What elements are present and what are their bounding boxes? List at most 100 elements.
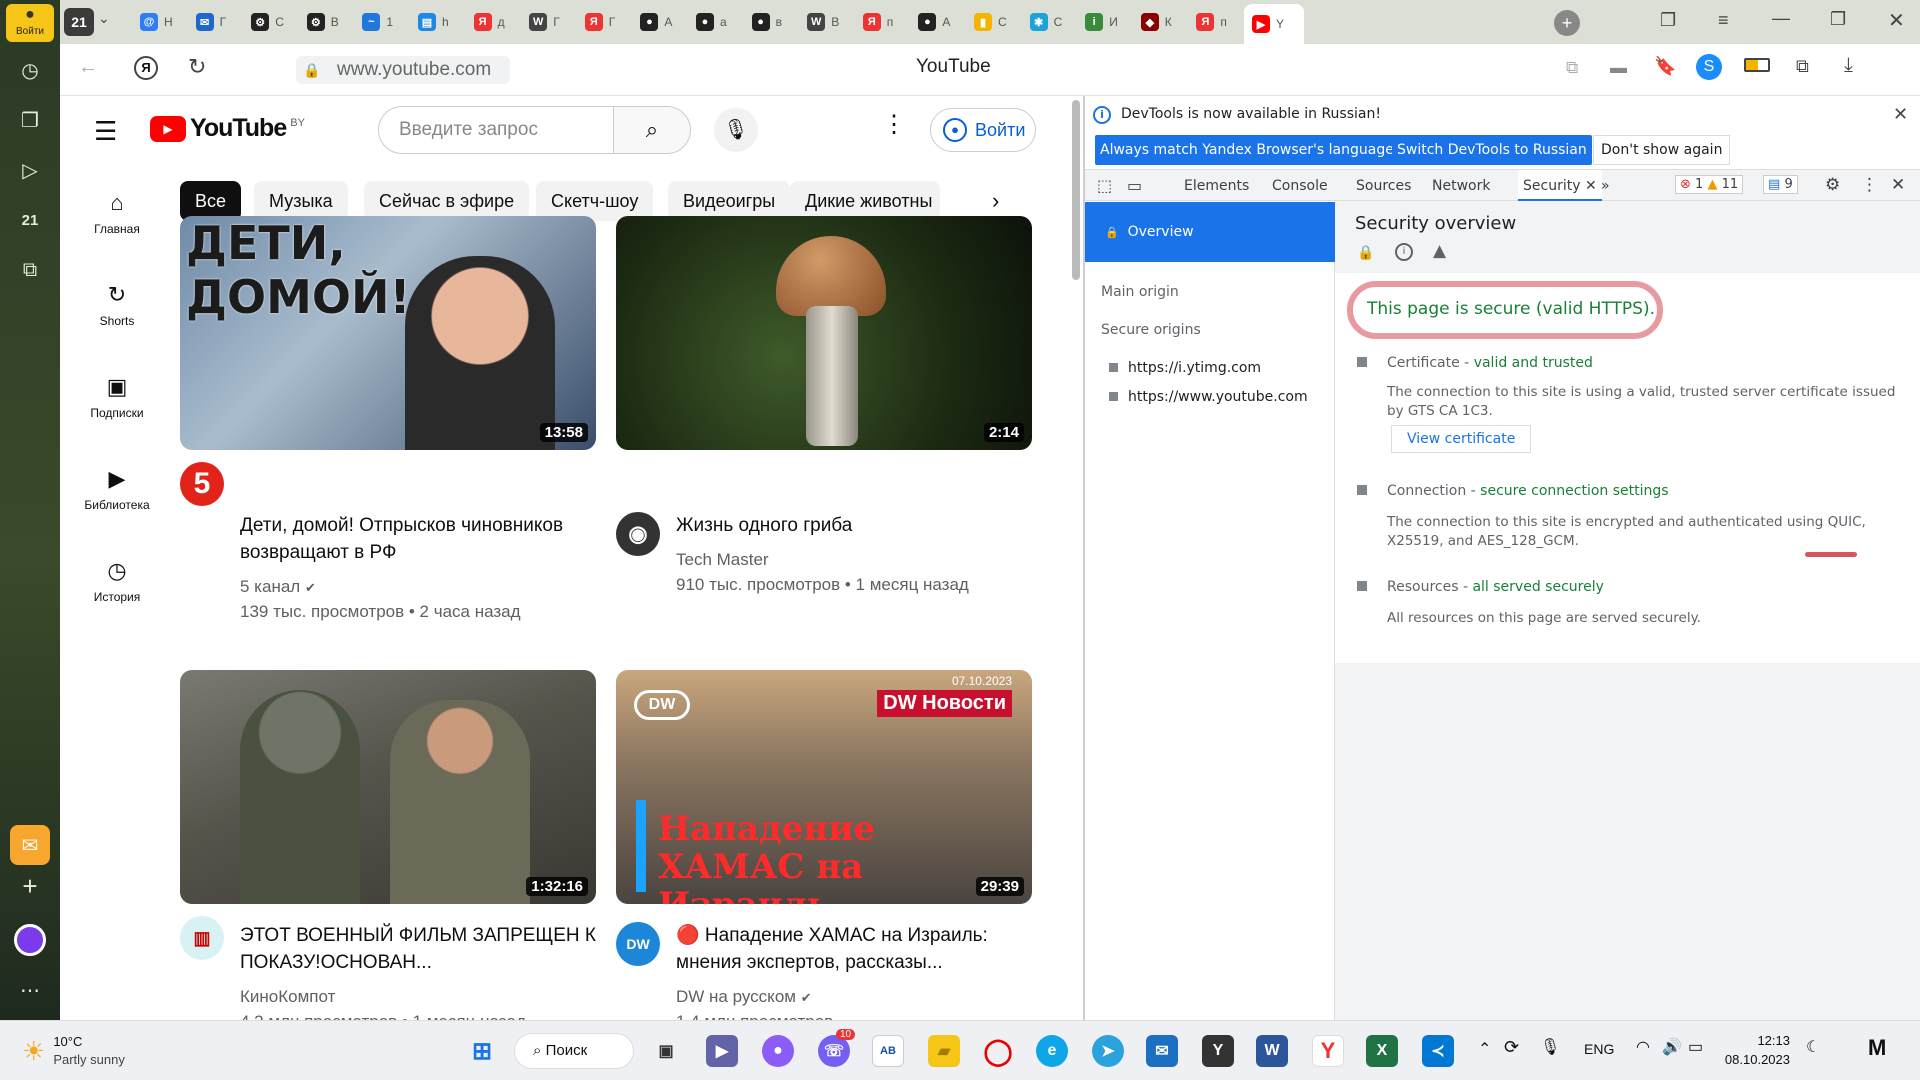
browser-tab[interactable]: ▮ С	[966, 6, 1022, 38]
yandex-music-icon[interactable]: Y	[1202, 1035, 1234, 1067]
devtools-close-icon[interactable]: ✕	[1891, 175, 1905, 195]
channel-avatar[interactable]: DW	[616, 922, 660, 966]
channel-avatar[interactable]: ▥	[180, 916, 224, 960]
mail-icon[interactable]: ✉	[1146, 1035, 1178, 1067]
explorer-icon[interactable]: ▰	[928, 1035, 960, 1067]
browser-tab[interactable]: WГ	[521, 6, 577, 38]
channel-name[interactable]: Tech Master	[676, 547, 769, 572]
tab-network[interactable]: Network	[1432, 178, 1490, 194]
yandex-browser-icon[interactable]: Y	[1312, 1035, 1344, 1067]
browser-tab[interactable]: ✉ Г	[188, 6, 244, 38]
profile-button[interactable]: ● Войти	[6, 4, 54, 42]
chips-next-icon[interactable]: ›	[992, 188, 999, 214]
battery-icon[interactable]	[1744, 58, 1770, 72]
video-thumbnail[interactable]: 1:32:16	[180, 670, 596, 904]
video-thumbnail[interactable]: DW 07.10.2023 DW Новости Нападение ХАМАС…	[616, 670, 1032, 904]
tabs-dropdown-icon[interactable]: ⌄	[98, 10, 110, 27]
close-window-icon[interactable]: ✕	[1888, 8, 1905, 33]
browser-tab[interactable]: ● А	[632, 6, 688, 38]
settings-gear-icon[interactable]: ⚙	[1825, 175, 1840, 195]
opera-icon[interactable]: ◯	[982, 1035, 1014, 1067]
collections-icon[interactable]: ❐	[10, 100, 50, 140]
translate-icon[interactable]: ⧉	[1566, 58, 1578, 78]
tab-elements[interactable]: Elements	[1184, 178, 1249, 194]
mic-tray-icon[interactable]: 🎙	[1540, 1037, 1560, 1057]
browser-tab[interactable]: ● в	[744, 6, 800, 38]
video-thumbnail[interactable]: 2:14	[616, 216, 1032, 450]
history-icon[interactable]: ◷	[10, 50, 50, 90]
video-title[interactable]: Жизнь одного гриба	[676, 512, 1036, 539]
browser-tab[interactable]: Яп	[855, 6, 911, 38]
dont-show-button[interactable]: Don't show again	[1593, 135, 1731, 165]
tab-console[interactable]: Console	[1272, 178, 1328, 194]
reader-icon[interactable]: ▬	[1610, 58, 1627, 78]
devtools-menu-icon[interactable]: ⋮	[1861, 175, 1878, 195]
menu-icon[interactable]: ≡	[1718, 10, 1729, 31]
origin-item[interactable]: https://www.youtube.com	[1109, 389, 1308, 405]
widgets-logo-icon[interactable]: M	[1868, 1035, 1886, 1061]
tab-switcher-icon[interactable]: ❐	[1660, 10, 1676, 31]
volume-icon[interactable]: 🔊	[1662, 1037, 1682, 1057]
match-language-button[interactable]: Always match Yandex Browser's language	[1095, 135, 1399, 165]
filter-chip[interactable]: Музыка	[254, 181, 348, 221]
inspect-icon[interactable]: ⬚	[1097, 176, 1112, 195]
infobar-close-icon[interactable]: ✕	[1893, 104, 1908, 125]
language-indicator[interactable]: ENG	[1584, 1041, 1614, 1057]
search-button[interactable]: ⌕	[613, 106, 691, 154]
video-title[interactable]: Дети, домой! Отпрысков чиновников возвра…	[240, 512, 600, 566]
edge-icon[interactable]: e	[1036, 1035, 1068, 1067]
browser-tab[interactable]: WВ	[799, 6, 855, 38]
message-count[interactable]: ▤ 9	[1763, 175, 1798, 194]
weather-widget[interactable]: ☀ 10°C Partly sunny	[22, 1033, 125, 1069]
battery-tray-icon[interactable]: ▭	[1688, 1037, 1703, 1057]
sidebar-item[interactable]: ▣ Подписки	[72, 374, 162, 420]
voice-search-button[interactable]: 🎙	[714, 108, 758, 152]
new-tab-icon[interactable]: +	[1554, 10, 1580, 36]
tray-chevron-icon[interactable]: ⌃	[1478, 1039, 1491, 1059]
clock[interactable]: 12:13 08.10.2023	[1724, 1031, 1790, 1069]
video-title[interactable]: ЭТОТ ВОЕННЫЙ ФИЛЬМ ЗАПРЕЩЕН К ПОКАЗУ!ОСН…	[240, 922, 600, 976]
tab-sources[interactable]: Sources	[1356, 178, 1411, 194]
vscode-icon[interactable]: ≺	[1422, 1035, 1454, 1067]
filter-chip[interactable]: Все	[180, 181, 242, 221]
video-thumbnail[interactable]: ДЕТИ, ДОМОЙ! 13:58	[180, 216, 596, 450]
overview-item[interactable]: 🔒 Overview	[1085, 202, 1335, 262]
reload-icon[interactable]: ↻	[188, 54, 206, 80]
back-icon[interactable]: ←	[78, 56, 98, 79]
more-icon[interactable]: ⋯	[10, 970, 50, 1010]
sidebar-item[interactable]: ⌂ Главная	[72, 190, 162, 236]
browser-tab[interactable]: ● а	[688, 6, 744, 38]
task-view-icon[interactable]: ▣	[650, 1035, 682, 1067]
tab-security[interactable]: Security ✕	[1518, 170, 1602, 201]
shazam-icon[interactable]: S	[1696, 54, 1722, 80]
tab-close-icon[interactable]: ✕	[1585, 178, 1597, 194]
scrollbar[interactable]	[1072, 100, 1080, 280]
filter-chip[interactable]: Сейчас в эфире	[364, 181, 530, 221]
browser-tab[interactable]: @ Н	[132, 6, 188, 38]
browser-tab[interactable]: ~1	[354, 6, 410, 38]
video-icon[interactable]: ▷	[10, 150, 50, 190]
device-toggle-icon[interactable]: ▭	[1127, 176, 1142, 195]
sync-icon[interactable]: ⟳	[1504, 1037, 1519, 1058]
screenshot-icon[interactable]: ⧉	[10, 250, 50, 290]
channel-avatar[interactable]: 5	[180, 462, 224, 506]
channel-name[interactable]: 5 канал ✔	[240, 574, 316, 600]
browser-tab[interactable]: ЯГ	[577, 6, 633, 38]
start-icon[interactable]: ⊞	[466, 1035, 498, 1067]
url-field[interactable]: 🔒 www.youtube.com	[296, 56, 510, 84]
excel-icon[interactable]: X	[1366, 1035, 1398, 1067]
youtube-logo[interactable]: ▶ YouTube BY	[150, 114, 305, 143]
minimize-icon[interactable]: —	[1772, 8, 1790, 29]
bookmark-icon[interactable]: 🔖	[1654, 56, 1676, 77]
calendar-icon[interactable]: 21	[10, 200, 50, 240]
error-count[interactable]: ⊗ 1 ▲ 11	[1675, 175, 1744, 194]
yandex-icon[interactable]: Я	[134, 56, 158, 80]
video-title[interactable]: 🔴 Нападение ХАМАС на Израиль: мнения экс…	[676, 922, 1036, 976]
sidebar-item[interactable]: ◷ История	[72, 558, 162, 604]
chat-icon[interactable]: ▶	[706, 1035, 738, 1067]
filter-chip[interactable]: Видеоигры	[668, 181, 791, 221]
filter-chip[interactable]: Скетч-шоу	[536, 181, 654, 221]
channel-name[interactable]: КиноКомпот	[240, 984, 335, 1009]
browser-tab[interactable]: ◆ К	[1133, 6, 1189, 38]
channel-name[interactable]: DW на русском ✔	[676, 984, 812, 1010]
